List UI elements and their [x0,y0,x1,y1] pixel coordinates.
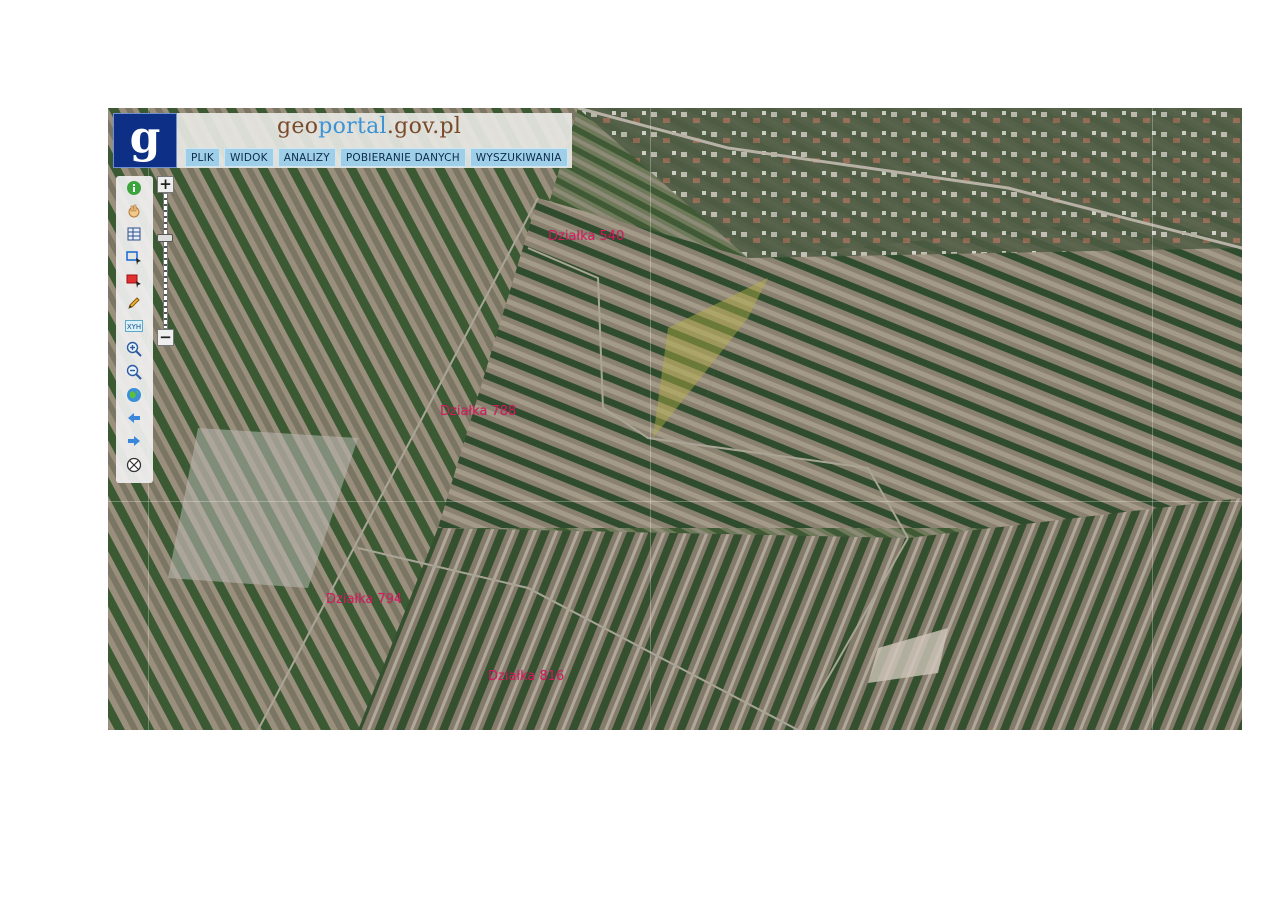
xyh-coordinates-icon[interactable]: XYH [125,317,143,335]
full-extent-icon[interactable] [125,456,143,474]
info-icon[interactable] [125,179,143,197]
logo-letter: g [129,111,161,163]
table-icon[interactable] [125,225,143,243]
geoportal-logo[interactable]: g [113,113,177,168]
select-red-icon[interactable] [125,271,143,289]
zoom-slider-handle[interactable] [157,233,173,242]
map-toolbar: XYH [116,176,153,483]
pencil-icon[interactable] [125,294,143,312]
menu-widok[interactable]: WIDOK [223,148,274,167]
portal-header: g geoportal.gov.pl PLIK WIDOK ANALIZY PO… [113,113,572,168]
parcel-label-540[interactable]: Działka 540 [548,229,624,244]
title-part-domain: .gov.pl [386,114,462,139]
zoom-in-button[interactable]: + [157,176,174,193]
menu-pobieranie-danych[interactable]: POBIERANIE DANYCH [339,148,466,167]
parcel-label-788[interactable]: Działka 788 [440,404,516,419]
pan-hand-icon[interactable] [125,202,143,220]
menu-plik[interactable]: PLIK [185,148,220,167]
select-area-icon[interactable] [125,248,143,266]
tile-grid-line [650,108,651,730]
tile-grid-line [1152,108,1153,730]
aerial-imagery [108,108,1242,730]
forward-arrow-icon[interactable] [125,432,143,450]
zoom-out-icon[interactable] [125,363,143,381]
zoom-in-icon[interactable] [125,340,143,358]
zoom-slider-track[interactable] [163,193,168,329]
brand-panel: geoportal.gov.pl PLIK WIDOK ANALIZY POBI… [177,113,572,168]
menu-analizy[interactable]: ANALIZY [277,148,336,167]
site-title: geoportal.gov.pl [277,114,461,139]
parcel-label-816[interactable]: Działka 816 [488,669,564,684]
menu-wyszukiwania[interactable]: WYSZUKIWANIA [469,148,568,167]
back-arrow-icon[interactable] [125,409,143,427]
title-part-portal: portal [318,114,387,139]
globe-icon[interactable] [125,386,143,404]
main-menu: PLIK WIDOK ANALIZY POBIERANIE DANYCH WYS… [185,148,568,167]
title-part-geo: geo [277,114,319,139]
map-viewport[interactable]: Działka 540 Działka 788 Działka 794 Dzia… [108,108,1242,730]
zoom-out-button[interactable]: − [157,329,174,346]
tile-grid-line [108,501,1242,502]
parcel-label-794[interactable]: Działka 794 [326,592,402,607]
xyh-label: XYH [127,323,141,331]
